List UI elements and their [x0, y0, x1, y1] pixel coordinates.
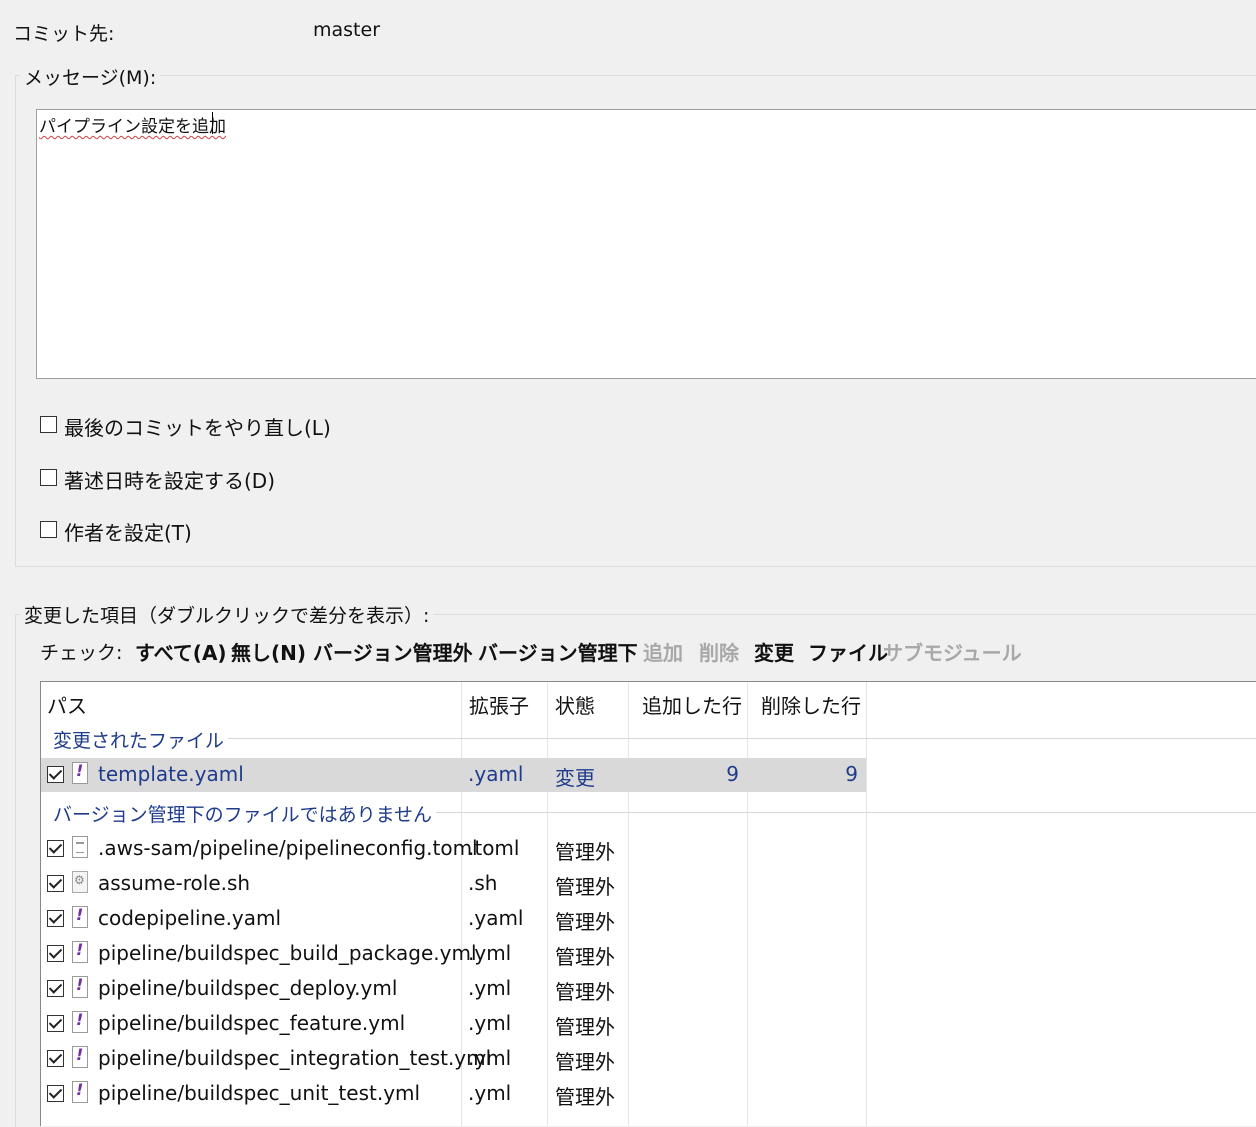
row-checkbox[interactable] — [47, 980, 64, 997]
table-row[interactable]: pipeline/buildspec_unit_test.yml .yml 管理… — [41, 1077, 866, 1111]
filter-submodules-link: サブモジュール — [883, 641, 1022, 665]
row-extension: .yml — [468, 1081, 512, 1105]
row-extension: .yml — [468, 1046, 512, 1070]
text-file-icon — [72, 836, 88, 858]
row-checkbox[interactable] — [47, 1085, 64, 1102]
filter-files-link[interactable]: ファイル — [808, 637, 888, 666]
row-lines-added: 9 — [726, 762, 739, 786]
amend-commit-checkbox[interactable] — [40, 416, 57, 433]
row-status: 変更 — [555, 766, 595, 790]
row-checkbox[interactable] — [47, 840, 64, 857]
row-path: pipeline/buildspec_build_package.yml — [98, 941, 477, 965]
table-row[interactable]: .aws-sam/pipeline/pipelineconfig.toml .t… — [41, 832, 866, 866]
column-header-path[interactable]: パス — [47, 690, 87, 719]
amend-commit-label[interactable]: 最後のコミットをやり直し(L) — [64, 412, 331, 441]
changed-files-list[interactable]: パス 拡張子 状態 追加した行 削除した行 変更されたファイル template… — [40, 681, 1256, 1126]
row-checkbox[interactable] — [47, 910, 64, 927]
table-row[interactable]: template.yaml .yaml 変更 9 9 — [41, 758, 866, 792]
row-status: 管理外 — [555, 945, 615, 969]
row-status: 管理外 — [555, 1050, 615, 1074]
commit-target-label: コミット先: — [13, 23, 115, 45]
yaml-file-icon — [72, 905, 88, 928]
row-extension: .yaml — [468, 906, 524, 930]
row-checkbox[interactable] — [47, 945, 64, 962]
row-extension: .sh — [468, 871, 498, 895]
text-caret — [212, 112, 213, 134]
row-extension: .yml — [468, 1011, 512, 1035]
row-extension: .yml — [468, 941, 512, 965]
table-row[interactable]: codepipeline.yaml .yaml 管理外 — [41, 902, 866, 936]
row-path: .aws-sam/pipeline/pipelineconfig.toml — [98, 836, 478, 860]
column-header-extension[interactable]: 拡張子 — [469, 690, 529, 719]
row-status: 管理外 — [555, 980, 615, 1004]
row-extension: .yaml — [468, 762, 524, 786]
filter-deleted-link: 削除 — [699, 641, 739, 665]
row-path: codepipeline.yaml — [98, 906, 282, 930]
yaml-file-icon — [72, 1010, 88, 1033]
filter-all-link[interactable]: すべて(A) — [135, 637, 227, 666]
row-path: pipeline/buildspec_unit_test.yml — [98, 1081, 421, 1105]
column-header-lines-deleted[interactable]: 削除した行 — [761, 690, 861, 719]
yaml-file-icon — [72, 761, 88, 784]
yaml-file-icon — [72, 975, 88, 998]
commit-branch: master — [313, 19, 381, 41]
row-checkbox[interactable] — [47, 1050, 64, 1067]
commit-message-input[interactable]: パイプライン設定を追加 — [36, 109, 1256, 379]
filter-versioned-link[interactable]: バージョン管理下 — [478, 637, 638, 666]
set-date-checkbox[interactable] — [40, 469, 57, 486]
yaml-file-icon — [72, 1080, 88, 1103]
row-path: pipeline/buildspec_feature.yml — [98, 1011, 406, 1035]
group-header-unversioned[interactable]: バージョン管理下のファイルではありません — [53, 800, 437, 827]
row-extension: .toml — [468, 836, 520, 860]
set-author-label[interactable]: 作者を設定(T) — [64, 517, 192, 546]
row-path: assume-role.sh — [98, 871, 251, 895]
row-path: pipeline/buildspec_integration_test.yml — [98, 1046, 492, 1070]
set-date-label[interactable]: 著述日時を設定する(D) — [64, 465, 275, 494]
row-path: pipeline/buildspec_deploy.yml — [98, 976, 398, 1000]
filter-added-link: 追加 — [643, 641, 683, 665]
message-group-title: メッセージ(M): — [20, 63, 161, 90]
table-row[interactable]: assume-role.sh .sh 管理外 — [41, 867, 866, 901]
table-row[interactable]: pipeline/buildspec_build_package.yml .ym… — [41, 937, 866, 971]
filter-modified-link[interactable]: 変更 — [754, 637, 794, 666]
row-extension: .yml — [468, 976, 512, 1000]
row-status: 管理外 — [555, 1085, 615, 1109]
column-header-lines-added[interactable]: 追加した行 — [642, 690, 742, 719]
table-row[interactable]: pipeline/buildspec_integration_test.yml … — [41, 1042, 866, 1076]
changes-group-title: 変更した項目（ダブルクリックで差分を表示）: — [20, 601, 434, 628]
row-checkbox[interactable] — [47, 875, 64, 892]
filter-none-link[interactable]: 無し(N) — [231, 637, 306, 666]
table-row[interactable]: pipeline/buildspec_deploy.yml .yml 管理外 — [41, 972, 866, 1006]
commit-message-text: パイプライン設定を追加 — [39, 117, 226, 137]
row-status: 管理外 — [555, 840, 615, 864]
table-row[interactable]: pipeline/buildspec_feature.yml .yml 管理外 — [41, 1007, 866, 1041]
yaml-file-icon — [72, 1045, 88, 1068]
row-checkbox[interactable] — [47, 766, 64, 783]
row-checkbox[interactable] — [47, 1015, 64, 1032]
column-header-status[interactable]: 状態 — [555, 690, 595, 719]
yaml-file-icon — [72, 940, 88, 963]
script-file-icon — [72, 871, 88, 893]
check-filter-label: チェック: — [40, 642, 123, 664]
group-header-modified[interactable]: 変更されたファイル — [53, 726, 229, 753]
row-status: 管理外 — [555, 910, 615, 934]
row-lines-deleted: 9 — [845, 762, 858, 786]
row-path: template.yaml — [98, 762, 244, 786]
row-status: 管理外 — [555, 1015, 615, 1039]
set-author-checkbox[interactable] — [40, 521, 57, 538]
row-status: 管理外 — [555, 875, 615, 899]
filter-unversioned-link[interactable]: バージョン管理外 — [313, 637, 473, 666]
